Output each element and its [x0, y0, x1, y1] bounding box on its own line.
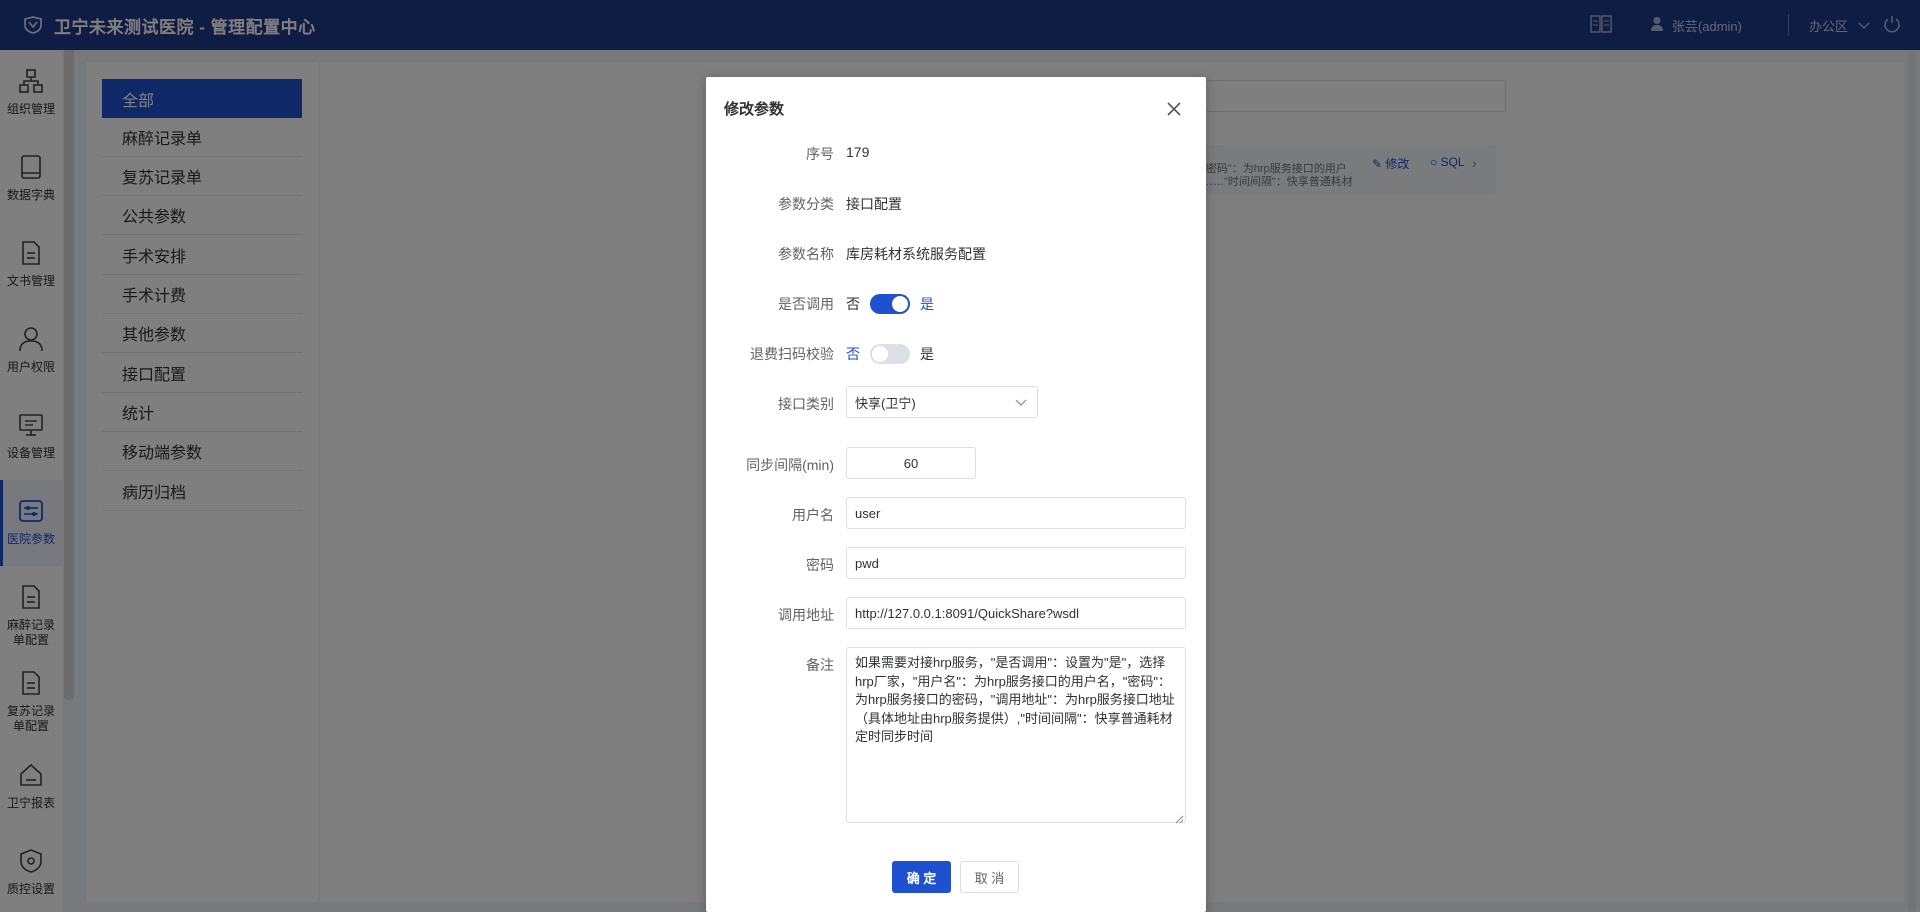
switch-knob: [892, 296, 908, 312]
password-input[interactable]: [846, 547, 1186, 579]
iface-type-label: 接口类别: [778, 396, 834, 412]
seq-label: 序号: [806, 146, 834, 162]
username-label: 用户名: [792, 507, 834, 523]
sync-interval-label: 同步间隔(min): [746, 457, 834, 473]
refund-scan-label: 退费扫码校验: [750, 346, 834, 362]
switch-no-label[interactable]: 否: [846, 344, 860, 364]
password-label: 密码: [806, 557, 834, 573]
username-input[interactable]: [846, 497, 1186, 529]
switch-yes-label[interactable]: 是: [920, 294, 934, 314]
enabled-switch[interactable]: [870, 294, 910, 314]
category-label: 参数分类: [778, 196, 834, 212]
enabled-switch-group: 否 是: [846, 294, 934, 314]
switch-no-label[interactable]: 否: [846, 294, 860, 314]
category-value: 接口配置: [846, 196, 902, 212]
seq-value: 179: [846, 144, 870, 160]
remark-label: 备注: [806, 657, 834, 673]
switch-yes-label[interactable]: 是: [920, 344, 934, 364]
name-value: 库房耗材系统服务配置: [846, 246, 986, 262]
confirm-button[interactable]: 确 定: [892, 861, 951, 893]
resize-grip-icon[interactable]: [1174, 811, 1184, 824]
sync-interval-input[interactable]: [846, 447, 976, 479]
url-input[interactable]: [846, 597, 1186, 629]
url-label: 调用地址: [778, 607, 834, 623]
dialog-title: 修改参数: [724, 101, 785, 118]
switch-knob: [872, 346, 888, 362]
refund-scan-switch[interactable]: [870, 344, 910, 364]
enabled-label: 是否调用: [778, 296, 834, 312]
edit-param-dialog: 修改参数 序号 179 参数分类 接口配置 参数名称 库房耗材系统服务配置 是否…: [706, 77, 1206, 912]
remark-textarea[interactable]: 如果需要对接hrp服务，"是否调用"：设置为"是"，选择hrp厂家，"用户名"：…: [846, 647, 1186, 823]
refund-scan-switch-group: 否 是: [846, 344, 934, 364]
iface-type-select[interactable]: 快享(卫宁): [846, 386, 1038, 418]
cancel-button[interactable]: 取 消: [960, 861, 1019, 893]
close-icon[interactable]: [1162, 97, 1186, 121]
name-label: 参数名称: [778, 246, 834, 262]
iface-type-value: 快享(卫宁): [855, 395, 916, 411]
chevron-down-icon: [1015, 396, 1027, 411]
